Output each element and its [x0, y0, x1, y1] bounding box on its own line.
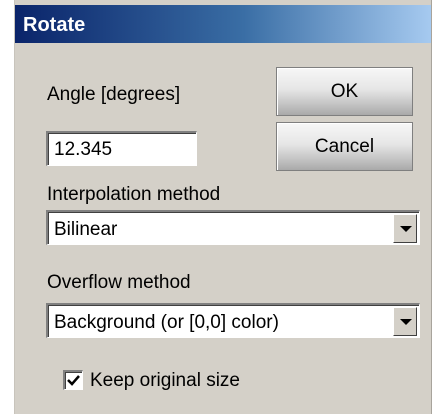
angle-input[interactable]: 12.345	[46, 131, 197, 166]
interpolation-value: Bilinear	[54, 219, 118, 240]
dialog-title: Rotate	[23, 14, 86, 36]
interpolation-label: Interpolation method	[47, 184, 221, 205]
rotate-dialog: Rotate Angle [degrees] OK Cancel 12.345 …	[14, 0, 432, 414]
cancel-button[interactable]: Cancel	[276, 122, 413, 171]
keep-size-label: Keep original size	[90, 370, 240, 391]
interpolation-select[interactable]: Bilinear	[46, 210, 420, 245]
ok-button[interactable]: OK	[276, 67, 413, 116]
overflow-select[interactable]: Background (or [0,0] color)	[46, 303, 420, 338]
keep-size-checkbox[interactable]	[63, 370, 83, 390]
overflow-label: Overflow method	[47, 272, 191, 293]
cancel-button-label: Cancel	[314, 135, 375, 157]
angle-label: Angle [degrees]	[47, 84, 181, 105]
ok-button-label: OK	[330, 80, 359, 102]
chevron-down-icon[interactable]	[393, 307, 417, 336]
title-bar[interactable]: Rotate	[15, 5, 431, 43]
chevron-down-icon[interactable]	[393, 214, 417, 243]
checkmark-icon	[67, 375, 80, 386]
overflow-value: Background (or [0,0] color)	[54, 312, 279, 333]
